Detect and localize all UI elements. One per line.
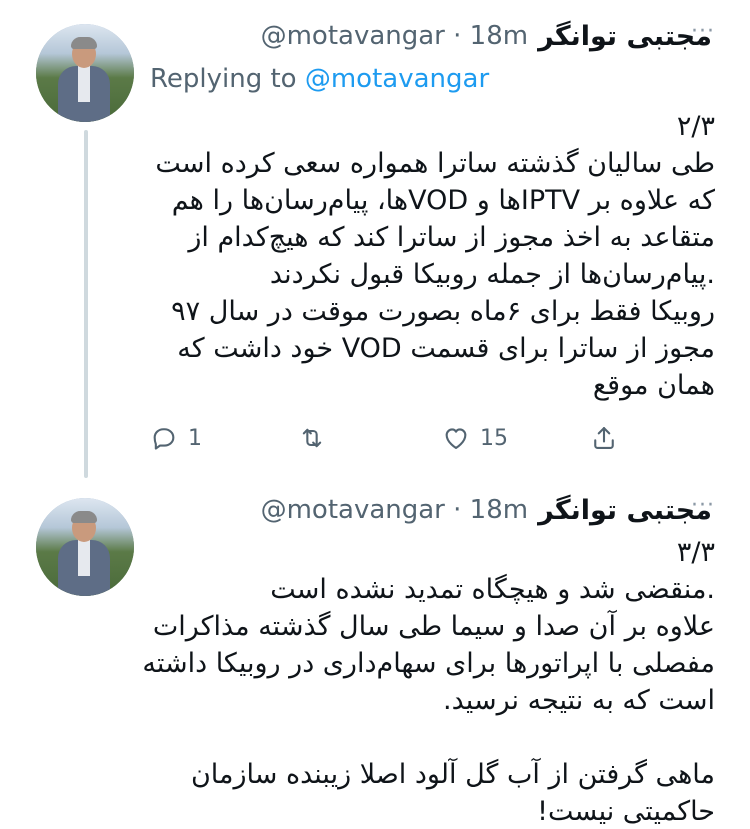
tweet-line: مفصلی با اپراتورها برای سهام‌داری در روب… — [142, 648, 715, 679]
thread-counter: ۳/۳ — [676, 537, 715, 568]
replying-to: Replying to @motavangar — [150, 64, 490, 94]
tweet-text: ۲/۳ طی سالیان گذشته ساترا همواره سعی کرد… — [150, 108, 715, 404]
heart-icon — [445, 428, 467, 449]
tweet-header: @motavangar · 18m مجتبی توانگر — [261, 492, 712, 528]
paragraph-break — [150, 719, 715, 756]
timestamp[interactable]: · 18m — [453, 21, 528, 51]
tweet-line: مجوز از ساترا برای قسمت VOD خود داشت که — [177, 333, 715, 364]
like-button[interactable]: 15 — [442, 418, 508, 458]
more-options-icon[interactable]: ··· — [688, 21, 718, 46]
avatar[interactable] — [36, 498, 134, 596]
display-name[interactable]: مجتبی توانگر — [538, 495, 712, 526]
reply-button[interactable]: 1 — [150, 418, 202, 458]
tweet-line: متقاعد به اخذ مجوز از ساترا کند که هیچ‌ک… — [188, 222, 715, 253]
tweet-line: ماهی گرفتن از آب گل آلود اصلا زیبنده ساز… — [190, 759, 715, 790]
handle[interactable]: @motavangar · 18m — [261, 21, 529, 51]
timestamp[interactable]: · 18m — [453, 495, 528, 525]
like-count: 15 — [480, 425, 508, 451]
tweet-line: طی سالیان گذشته ساترا همواره سعی کرده اس… — [155, 148, 715, 179]
retweet-icon — [302, 428, 322, 448]
tweet[interactable]: @motavangar · 18m مجتبی توانگر ··· Reply… — [0, 0, 750, 478]
thread-counter: ۲/۳ — [676, 111, 715, 142]
tweet-line: همان موقع — [592, 370, 715, 401]
tweet-line: است که به نتیجه نرسید. — [443, 685, 715, 716]
thread-line — [84, 130, 88, 478]
tweet[interactable]: @motavangar · 18m مجتبی توانگر ··· ۳/۳ .… — [0, 478, 750, 829]
handle[interactable]: @motavangar · 18m — [261, 495, 529, 525]
tweet-header: @motavangar · 18m مجتبی توانگر — [261, 18, 712, 54]
tweet-line: روبیکا فقط برای ۶ماه بصورت موقت در سال ۹… — [171, 296, 715, 327]
tweet-text: ۳/۳ .منقضی شد و هیچگاه تمدید نشده است عل… — [142, 534, 715, 829]
reply-count: 1 — [188, 425, 202, 451]
avatar[interactable] — [36, 24, 134, 122]
tweet-actions: 1 15 — [150, 418, 630, 458]
retweet-button[interactable] — [298, 418, 336, 458]
more-options-icon[interactable]: ··· — [688, 495, 718, 520]
display-name[interactable]: مجتبی توانگر — [538, 21, 712, 52]
tweet-line: که علاوه بر IPTVها و VODها، پیام‌رسان‌ها… — [171, 185, 715, 216]
reply-icon — [153, 428, 175, 450]
share-button[interactable] — [590, 418, 618, 458]
tweet-line: حاکمیتی نیست! — [537, 796, 715, 827]
mention-link[interactable]: @motavangar — [305, 64, 489, 94]
tweet-line: علاوه بر آن صدا و سیما طی سال گذشته مذاک… — [152, 611, 715, 642]
tweet-line: .پیام‌رسان‌ها از جمله روبیکا قبول نکردند — [269, 259, 715, 290]
share-icon — [594, 427, 614, 449]
tweet-line: .منقضی شد و هیچگاه تمدید نشده است — [270, 574, 715, 605]
